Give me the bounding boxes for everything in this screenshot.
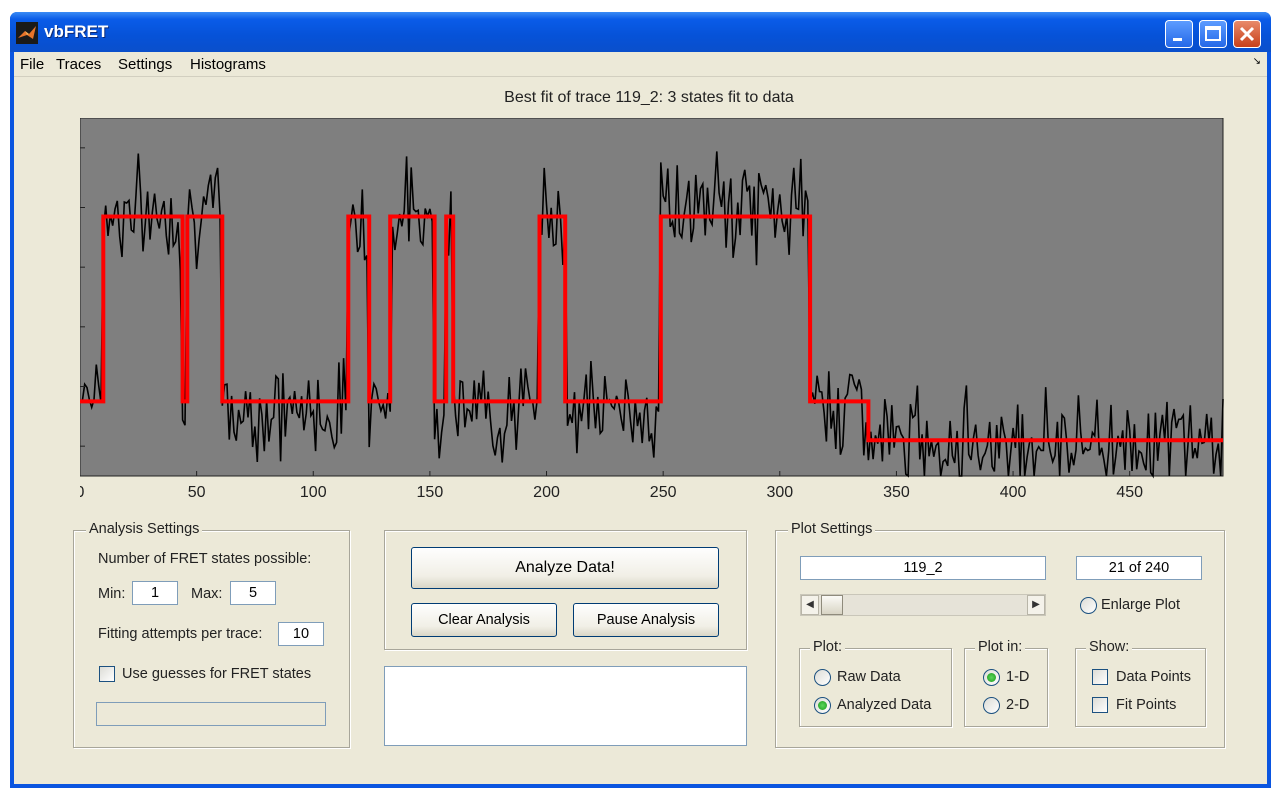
menu-file[interactable]: File: [20, 56, 44, 73]
close-button[interactable]: [1233, 20, 1261, 48]
two-d-label: 2-D: [1006, 697, 1030, 713]
use-guesses-label: Use guesses for FRET states: [122, 666, 312, 682]
maximize-button[interactable]: [1199, 20, 1227, 48]
action-panel: Analyze Data! Clear Analysis Pause Analy…: [384, 530, 747, 650]
raw-data-label: Raw Data: [837, 669, 901, 685]
fret-trace-chart: 050100150200250300350400450 00.20.40.60.…: [80, 118, 1224, 501]
enlarge-plot-label: Enlarge Plot: [1101, 597, 1180, 613]
plot-type-group: Plot: Raw Data Analyzed Data: [799, 639, 952, 727]
enlarge-plot-radio[interactable]: [1080, 597, 1097, 614]
window-title: vbFRET: [44, 22, 109, 41]
analysis-settings-legend: Analysis Settings: [86, 521, 203, 537]
analysis-settings-panel: Analysis Settings Number of FRET states …: [73, 521, 350, 748]
data-points-label: Data Points: [1116, 669, 1191, 685]
x-tick-label: 0: [80, 484, 85, 501]
analyzed-data-radio[interactable]: [814, 697, 831, 714]
app-window: vbFRET File Traces Settings Histograms ↘…: [10, 12, 1271, 788]
show-legend: Show:: [1086, 639, 1133, 655]
plot-in-group: Plot in: 1-D 2-D: [964, 639, 1048, 727]
plot-title: Best fit of trace 119_2: 3 states fit to…: [504, 89, 794, 106]
menu-traces[interactable]: Traces: [56, 56, 101, 73]
min-states-field[interactable]: 1: [132, 581, 178, 605]
pause-analysis-button[interactable]: Pause Analysis: [573, 603, 719, 637]
x-tick-label: 350: [883, 484, 910, 501]
client-area: File Traces Settings Histograms ↘ Best f…: [14, 52, 1267, 784]
slider-thumb[interactable]: [821, 595, 843, 615]
x-tick-label: 150: [417, 484, 444, 501]
x-tick-label: 50: [188, 484, 206, 501]
status-message-box: [384, 666, 747, 746]
x-tick-label: 100: [300, 484, 327, 501]
plot-settings-legend: Plot Settings: [788, 521, 876, 537]
max-label: Max:: [191, 586, 223, 602]
clear-analysis-button[interactable]: Clear Analysis: [411, 603, 557, 637]
menu-settings[interactable]: Settings: [118, 56, 172, 73]
plot-type-legend: Plot:: [810, 639, 846, 655]
analysis-progress-bar: [96, 702, 326, 726]
two-d-radio[interactable]: [983, 697, 1000, 714]
raw-data-radio[interactable]: [814, 669, 831, 686]
analyze-data-button[interactable]: Analyze Data!: [411, 547, 719, 589]
menu-divider: [14, 76, 1267, 77]
x-tick-label: 200: [533, 484, 560, 501]
maximize-icon: [1205, 26, 1221, 41]
fit-points-checkbox[interactable]: [1092, 697, 1108, 713]
num-states-label: Number of FRET states possible:: [98, 551, 312, 567]
fitting-attempts-label: Fitting attempts per trace:: [98, 626, 263, 642]
plot-in-legend: Plot in:: [975, 639, 1026, 655]
minimize-button[interactable]: [1165, 20, 1193, 48]
x-tick-label: 400: [1000, 484, 1027, 501]
trace-index-field[interactable]: 21 of 240: [1076, 556, 1202, 580]
one-d-label: 1-D: [1006, 669, 1030, 685]
x-tick-label: 250: [650, 484, 677, 501]
trace-name-field[interactable]: 119_2: [800, 556, 1046, 580]
menu-histograms[interactable]: Histograms: [190, 56, 266, 73]
fitting-attempts-field[interactable]: 10: [278, 622, 324, 646]
show-group: Show: Data Points Fit Points: [1075, 639, 1206, 727]
one-d-radio[interactable]: [983, 669, 1000, 686]
use-guesses-checkbox[interactable]: [99, 666, 115, 682]
title-bar[interactable]: vbFRET: [10, 12, 1271, 52]
slider-left-arrow-icon[interactable]: ◀: [801, 595, 819, 615]
max-states-field[interactable]: 5: [230, 581, 276, 605]
matlab-logo-icon: [16, 22, 38, 44]
menubar-dock-arrow-icon[interactable]: ↘: [1253, 56, 1261, 67]
x-tick-label: 450: [1116, 484, 1143, 501]
menu-bar: File Traces Settings Histograms ↘: [14, 52, 1267, 76]
close-icon: [1239, 26, 1255, 42]
min-label: Min:: [98, 586, 126, 602]
slider-right-arrow-icon[interactable]: ▶: [1027, 595, 1045, 615]
minimize-icon: [1173, 38, 1182, 41]
fit-points-label: Fit Points: [1116, 697, 1177, 713]
data-points-checkbox[interactable]: [1092, 669, 1108, 685]
analyzed-data-label: Analyzed Data: [837, 697, 932, 713]
x-tick-label: 300: [766, 484, 793, 501]
trace-slider[interactable]: ◀ ▶: [800, 594, 1046, 616]
